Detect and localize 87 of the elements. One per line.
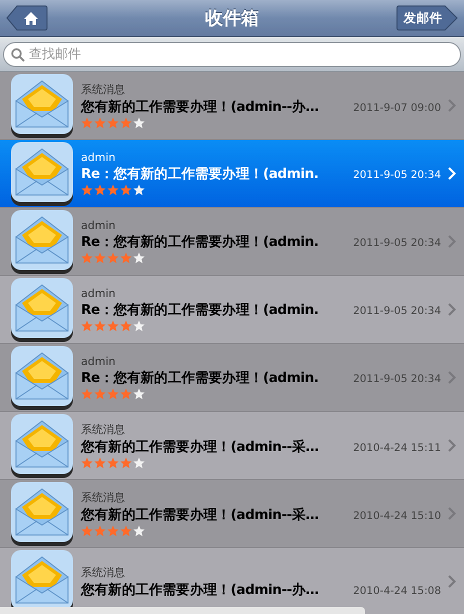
envelope-icon bbox=[10, 140, 74, 206]
message-row[interactable]: 系统消息 您有新的工作需要办理！(admin--采… 2010-4-24 15:11 bbox=[0, 412, 464, 480]
star-icon bbox=[81, 252, 93, 264]
star-icon bbox=[120, 184, 132, 196]
message-row[interactable]: admin Re：您有新的工作需要办理！(admin. 2011-9-05 20:34 bbox=[0, 276, 464, 344]
search-icon bbox=[11, 48, 25, 62]
message-subject: Re：您有新的工作需要办理！(admin. bbox=[81, 301, 319, 319]
star-icon bbox=[107, 457, 119, 469]
message-date: 2010-4-24 15:11 bbox=[353, 442, 441, 454]
message-subject: 您有新的工作需要办理！(admin--办… bbox=[81, 580, 319, 598]
star-icon bbox=[107, 252, 119, 264]
star-icon bbox=[94, 457, 106, 469]
envelope-icon bbox=[10, 208, 74, 274]
envelope-icon bbox=[10, 480, 74, 546]
star-icon bbox=[133, 252, 145, 264]
message-date: 2010-4-24 15:08 bbox=[353, 584, 441, 596]
home-icon bbox=[23, 10, 39, 26]
chevron-icon bbox=[448, 371, 456, 384]
envelope-icon bbox=[10, 412, 74, 478]
sender-name: admin bbox=[81, 287, 116, 300]
message-date: 2011-9-05 20:34 bbox=[353, 305, 441, 317]
star-icon bbox=[120, 388, 132, 400]
screen-title: 收件箱 bbox=[205, 7, 259, 30]
sender-name: 系统消息 bbox=[81, 564, 126, 580]
star-icon bbox=[81, 320, 93, 332]
star-icon bbox=[81, 457, 93, 469]
message-row[interactable]: admin Re：您有新的工作需要办理！(admin. 2011-9-05 20:34 bbox=[0, 208, 464, 276]
star-icon bbox=[94, 184, 106, 196]
star-icon bbox=[120, 117, 132, 129]
compose-button[interactable]: 发邮件 bbox=[396, 5, 458, 31]
sender-name: 系统消息 bbox=[81, 422, 126, 437]
sender-name: admin bbox=[81, 219, 116, 232]
star-icon bbox=[94, 320, 106, 332]
star-icon bbox=[94, 525, 106, 537]
message-subject: Re：您有新的工作需要办理！(admin. bbox=[81, 233, 319, 251]
message-row[interactable]: admin Re：您有新的工作需要办理！(admin. 2011-9-05 20:34 bbox=[0, 344, 464, 412]
sender-name: admin bbox=[81, 151, 116, 164]
star-icon bbox=[120, 525, 132, 537]
star-icon bbox=[81, 388, 93, 400]
chevron-icon bbox=[448, 167, 456, 180]
message-date: 2011-9-07 09:00 bbox=[353, 102, 441, 114]
message-date: 2011-9-05 20:34 bbox=[353, 373, 441, 385]
star-icon bbox=[81, 184, 93, 196]
message-date: 2010-4-24 15:10 bbox=[353, 510, 441, 522]
envelope-icon bbox=[10, 72, 74, 138]
star-icon bbox=[107, 388, 119, 400]
message-row[interactable]: 系统消息 您有新的工作需要办理！(admin--办… 2011-9-07 09:00 bbox=[0, 72, 464, 140]
chevron-icon bbox=[448, 575, 456, 588]
message-subject: 您有新的工作需要办理！(admin--采… bbox=[81, 438, 319, 456]
star-icon bbox=[94, 117, 106, 129]
star-icon bbox=[133, 117, 145, 129]
chevron-icon bbox=[448, 99, 456, 112]
message-subject: 您有新的工作需要办理！(admin--采… bbox=[81, 506, 319, 524]
chevron-icon bbox=[448, 235, 456, 248]
home-button[interactable] bbox=[6, 5, 48, 31]
chevron-icon bbox=[448, 303, 456, 316]
star-icon bbox=[133, 525, 145, 537]
star-icon bbox=[133, 457, 145, 469]
message-date: 2011-9-05 20:34 bbox=[353, 169, 441, 181]
sender-name: 系统消息 bbox=[81, 82, 126, 97]
message-subject: Re：您有新的工作需要办理！(admin. bbox=[81, 369, 319, 387]
star-icon bbox=[133, 184, 145, 196]
star-icon bbox=[81, 117, 93, 129]
message-date: 2011-9-05 20:34 bbox=[353, 237, 441, 249]
star-icon bbox=[107, 320, 119, 332]
star-icon bbox=[133, 320, 145, 332]
star-icon bbox=[81, 525, 93, 537]
star-icon bbox=[120, 320, 132, 332]
message-subject: Re：您有新的工作需要办理！(admin. bbox=[81, 165, 319, 183]
star-icon bbox=[133, 388, 145, 400]
message-row[interactable]: 系统消息 您有新的工作需要办理！(admin--采… 2010-4-24 15:10 bbox=[0, 480, 464, 548]
star-icon bbox=[120, 252, 132, 264]
star-icon bbox=[94, 388, 106, 400]
star-icon bbox=[107, 117, 119, 129]
star-icon bbox=[94, 252, 106, 264]
envelope-icon bbox=[10, 344, 74, 410]
message-subject: 您有新的工作需要办理！(admin--办… bbox=[81, 98, 319, 116]
star-icon bbox=[107, 525, 119, 537]
sender-name: 系统消息 bbox=[81, 490, 126, 505]
sender-name: admin bbox=[81, 355, 116, 368]
star-icon bbox=[120, 457, 132, 469]
message-row[interactable]: admin Re：您有新的工作需要办理！(admin. 2011-9-05 20:34 bbox=[0, 140, 464, 208]
envelope-icon bbox=[10, 276, 74, 342]
star-icon bbox=[107, 184, 119, 196]
chevron-icon bbox=[448, 507, 456, 520]
chevron-icon bbox=[448, 439, 456, 452]
search-field[interactable]: 查找邮件 bbox=[3, 42, 461, 67]
